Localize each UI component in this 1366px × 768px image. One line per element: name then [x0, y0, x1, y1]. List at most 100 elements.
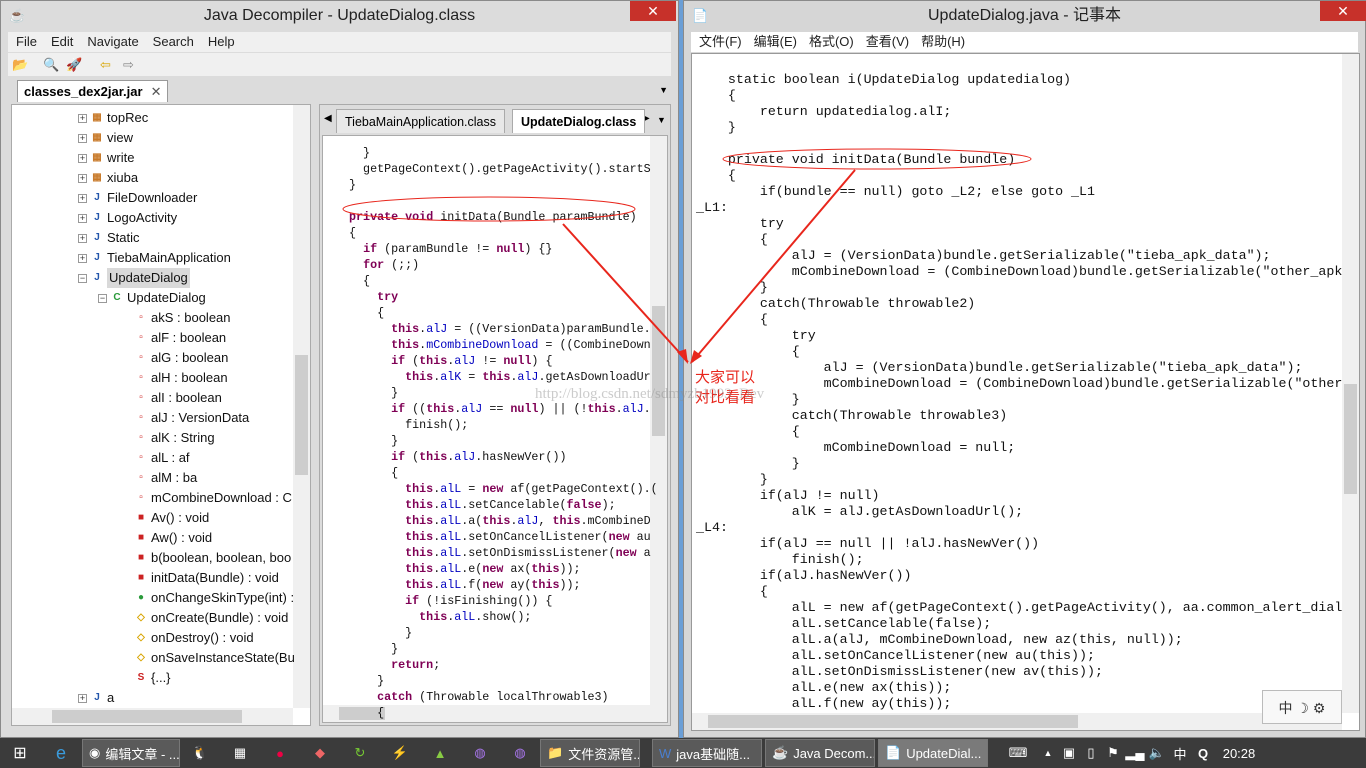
collapse-icon[interactable]: − — [98, 293, 107, 303]
expand-icon[interactable]: + — [78, 693, 87, 703]
tree-item[interactable]: + Ja — [78, 688, 114, 708]
tab-inactive[interactable]: TiebaMainApplication.class — [336, 109, 506, 133]
code-vertical-scrollbar[interactable] — [650, 136, 667, 705]
tree-horizontal-scrollbar[interactable] — [12, 708, 293, 725]
tree-item[interactable]: ▫ alL : af — [122, 448, 189, 468]
launch-icon[interactable]: 🚀 — [66, 56, 83, 73]
qq-icon[interactable]: 🐧 — [180, 739, 220, 767]
tool-icon[interactable]: ◆ — [300, 739, 340, 767]
volume-icon[interactable]: 🔈 — [1146, 739, 1168, 767]
tray-battery-icon[interactable]: ▯ — [1080, 739, 1102, 767]
menu-item[interactable]: 编辑(E) — [754, 32, 797, 52]
collapse-icon[interactable]: − — [78, 273, 87, 283]
network-signal-icon[interactable]: ▂▄ — [1124, 739, 1146, 767]
open-type-icon[interactable]: 🔍 — [43, 56, 60, 73]
editor-horizontal-scrollbar[interactable] — [692, 713, 1342, 730]
menu-item[interactable]: 帮助(H) — [921, 32, 965, 52]
tree-item[interactable]: ■ Av() : void — [122, 508, 209, 528]
expand-icon[interactable]: + — [78, 173, 87, 183]
editor-vertical-scrollbar[interactable] — [1342, 54, 1359, 713]
tab-list-dropdown-icon[interactable]: ▼ — [659, 85, 668, 95]
vs-icon[interactable]: ⚡ — [380, 739, 420, 767]
tree-item[interactable]: + ▦ view — [78, 128, 133, 148]
refresh-icon[interactable]: ↻ — [340, 739, 380, 767]
show-hidden-icons[interactable]: ▲ — [1038, 739, 1058, 767]
tree-item-label: alI : boolean — [151, 390, 222, 405]
q-app-tray-icon[interactable]: Q — [1192, 739, 1214, 767]
tree-item[interactable]: + ▦ topRec — [78, 108, 148, 128]
tree-item[interactable]: ▫ alI : boolean — [122, 388, 222, 408]
tree-item[interactable]: ▫ mCombineDownload : C — [122, 488, 292, 508]
expand-icon[interactable]: + — [78, 193, 87, 203]
menu-item[interactable]: Search — [153, 32, 194, 52]
tree-item[interactable]: ■ b(boolean, boolean, boo — [122, 548, 291, 568]
tree-item[interactable]: − J UpdateDialog — [78, 268, 190, 288]
expand-icon[interactable]: + — [78, 213, 87, 223]
menu-item[interactable]: 格式(O) — [809, 32, 854, 52]
menu-item[interactable]: 查看(V) — [866, 32, 909, 52]
taskbar-app-2[interactable]: Wjava基础随... — [652, 739, 762, 767]
close-button[interactable]: ✕ — [630, 1, 676, 21]
tab-list-icon[interactable]: ▼ — [657, 115, 666, 125]
tab-scroll-left-icon[interactable]: ◀ — [324, 113, 332, 124]
tree-item[interactable]: + J LogoActivity — [78, 208, 177, 228]
expand-icon[interactable]: + — [78, 133, 87, 143]
ie-icon[interactable]: e — [40, 739, 82, 767]
expand-icon[interactable]: + — [78, 153, 87, 163]
tree-item[interactable]: S {...} — [122, 668, 171, 688]
expand-icon[interactable]: + — [78, 113, 87, 123]
app-grid-icon[interactable]: ▦ — [220, 739, 260, 767]
tree-item[interactable]: ◇ onSaveInstanceState(Bu — [122, 648, 295, 668]
tree-item[interactable]: + ▦ xiuba — [78, 168, 138, 188]
start-button[interactable]: ⊞ — [0, 739, 40, 767]
taskbar-app-4[interactable]: 📄 UpdateDial... — [878, 739, 988, 767]
tree-item[interactable]: ● onChangeSkinType(int) : — [122, 588, 294, 608]
forward-arrow-icon[interactable]: ⇨ — [120, 56, 137, 73]
open-file-icon[interactable]: 📂 — [12, 56, 29, 73]
taskbar-app-1[interactable]: 📁 文件资源管... — [540, 739, 640, 767]
tree-item[interactable]: ▫ alJ : VersionData — [122, 408, 249, 428]
expand-icon[interactable]: + — [78, 253, 87, 263]
close-tab-icon[interactable]: ✕ — [151, 84, 162, 99]
android-icon[interactable]: ▲ — [420, 739, 460, 767]
text-editor[interactable]: static boolean i(UpdateDialog updatedial… — [691, 53, 1360, 731]
tree-item[interactable]: ▫ alH : boolean — [122, 368, 227, 388]
tree-item[interactable]: + J Static — [78, 228, 140, 248]
file-tab[interactable]: classes_dex2jar.jar ✕ — [17, 80, 169, 102]
tray-device-icon[interactable]: ▣ — [1058, 739, 1080, 767]
menu-item[interactable]: Edit — [51, 32, 73, 52]
menu-item[interactable]: File — [16, 32, 37, 52]
tree-item[interactable]: ▫ alM : ba — [122, 468, 197, 488]
tree-item[interactable]: − C UpdateDialog — [98, 288, 206, 308]
eclipse-2-icon[interactable]: ◍ — [500, 739, 540, 767]
media-icon[interactable]: ● — [260, 739, 300, 767]
menu-item[interactable]: 文件(F) — [699, 32, 742, 52]
menu-item[interactable]: Help — [208, 32, 235, 52]
tree-item[interactable]: + J TiebaMainApplication — [78, 248, 231, 268]
expand-icon[interactable]: + — [78, 233, 87, 243]
taskbar-app-0[interactable]: ◉ 编辑文章 - ... — [82, 739, 180, 767]
tree-item[interactable]: ▫ akS : boolean — [122, 308, 230, 328]
back-arrow-icon[interactable]: ⇦ — [97, 56, 114, 73]
app-label: Java Decom... — [793, 745, 875, 761]
tree-item[interactable]: ■ initData(Bundle) : void — [122, 568, 279, 588]
close-button[interactable]: ✕ — [1320, 1, 1366, 21]
menu-item[interactable]: Navigate — [87, 32, 138, 52]
tree-item[interactable]: + ▦ write — [78, 148, 134, 168]
keyboard-icon[interactable]: ⌨ — [998, 739, 1038, 767]
tree-item[interactable]: ▫ alF : boolean — [122, 328, 226, 348]
action-center-flag-icon[interactable]: ⚑ — [1102, 739, 1124, 767]
taskbar-app-3[interactable]: ☕ Java Decom... — [765, 739, 875, 767]
eclipse-icon[interactable]: ◍ — [460, 739, 500, 767]
tree-vertical-scrollbar[interactable] — [293, 105, 310, 708]
tab-active[interactable]: UpdateDialog.class — [512, 109, 646, 133]
tree-item[interactable]: ◇ onDestroy() : void — [122, 628, 253, 648]
tree-item[interactable]: ▫ alG : boolean — [122, 348, 228, 368]
tree-item[interactable]: ◇ onCreate(Bundle) : void — [122, 608, 288, 628]
tree-item[interactable]: ■ Aw() : void — [122, 528, 212, 548]
tree-item[interactable]: ▫ alK : String — [122, 428, 214, 448]
tree-item[interactable]: + J FileDownloader — [78, 188, 197, 208]
code-view[interactable]: } getPageContext().getPageActivity().sta… — [322, 135, 668, 723]
ime-indicator[interactable]: 中 — [1168, 739, 1192, 767]
clock[interactable]: 20:28 — [1214, 739, 1264, 767]
